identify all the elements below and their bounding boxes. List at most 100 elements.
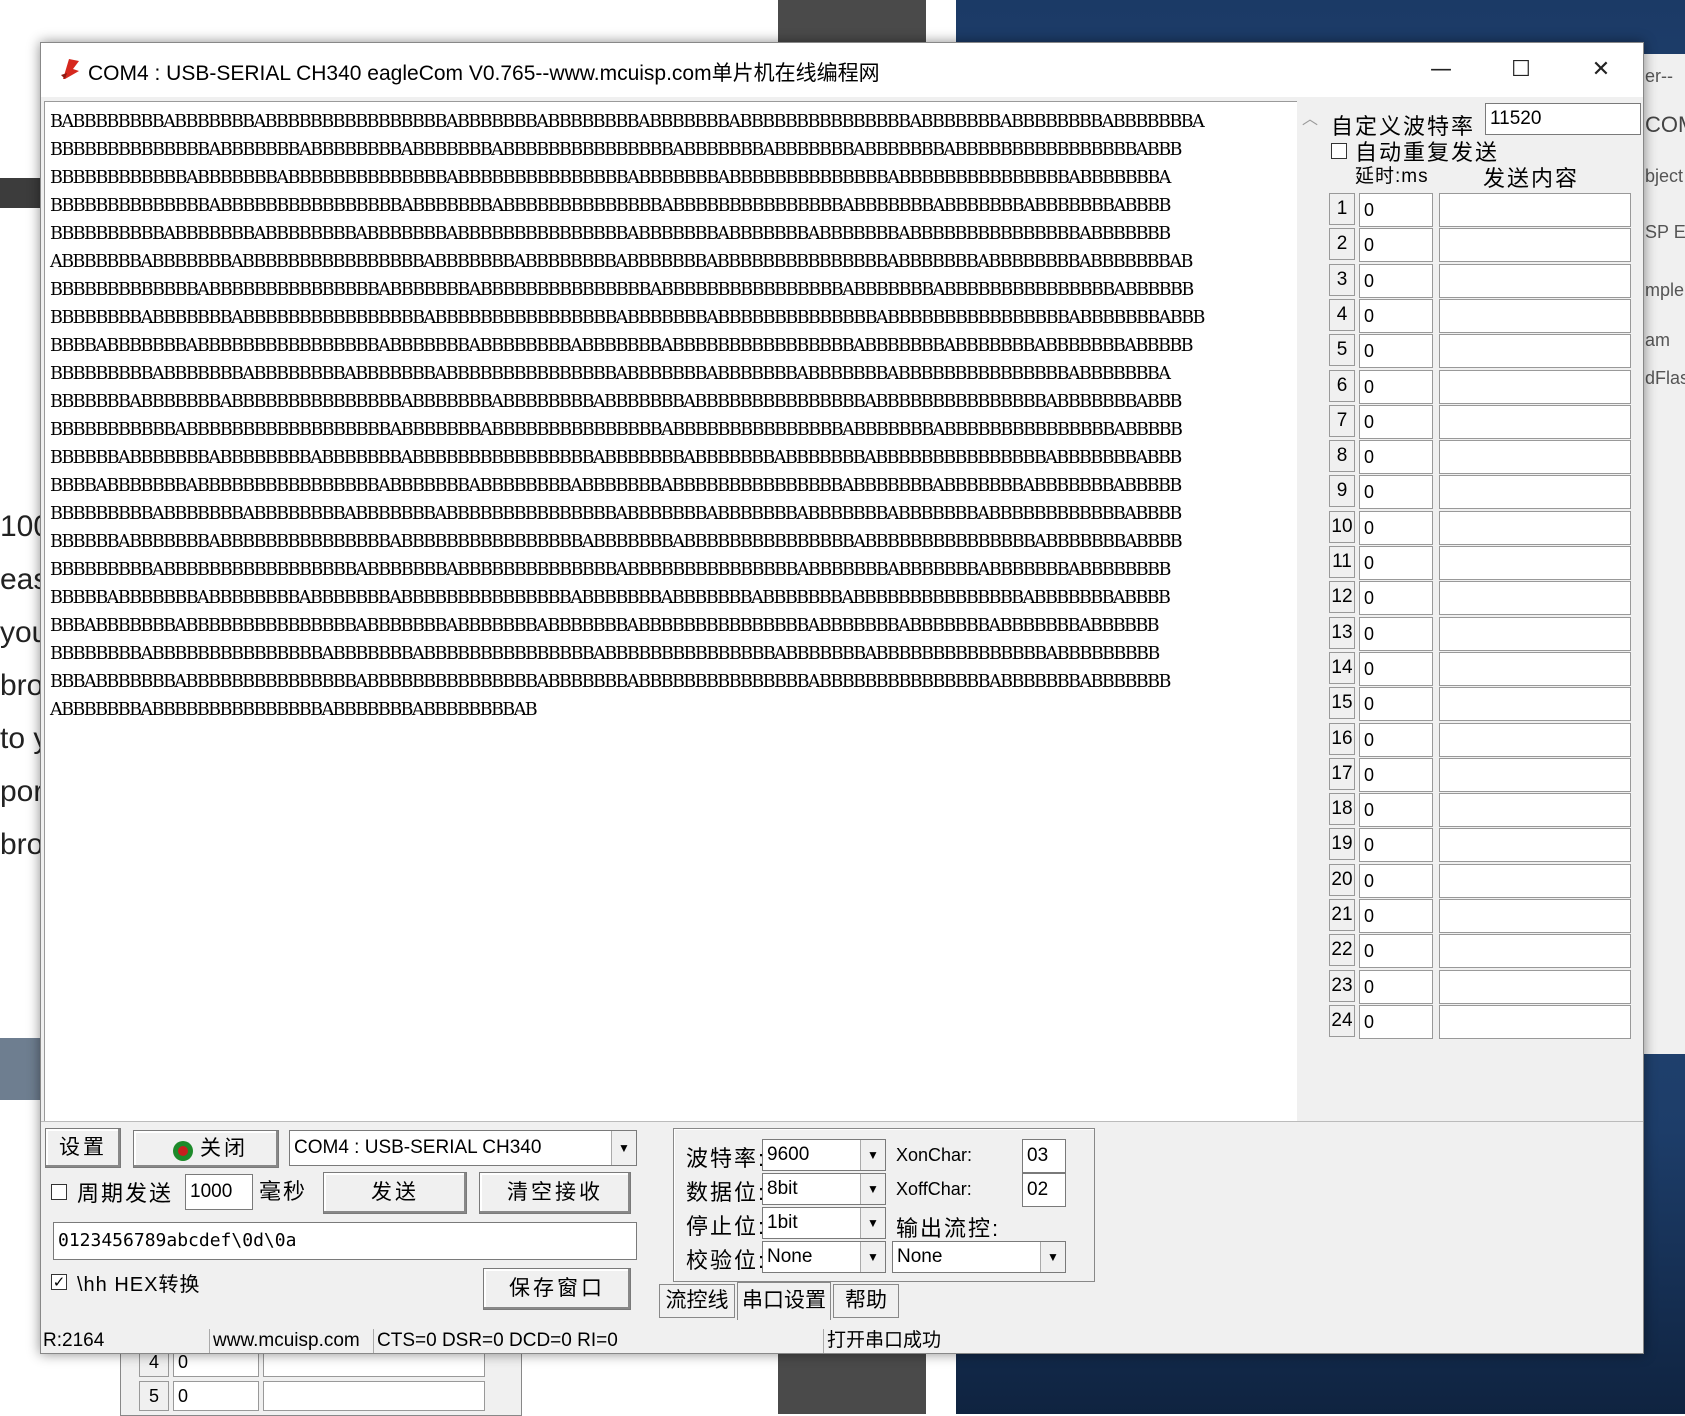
send-row-content[interactable] [1439, 263, 1631, 298]
send-row-button[interactable]: 6 [1329, 369, 1355, 402]
send-row-button[interactable]: 1 [1329, 193, 1355, 225]
baud-select[interactable]: 9600 ▼ [762, 1139, 886, 1171]
send-row-button[interactable]: 16 [1329, 722, 1355, 755]
send-row-content[interactable] [1439, 828, 1631, 863]
send-row-delay[interactable]: 0 [1359, 510, 1433, 545]
send-row-content[interactable] [1439, 899, 1631, 933]
send-row-content[interactable] [1439, 793, 1631, 828]
send-button[interactable]: 发送 [323, 1172, 467, 1214]
send-row-delay[interactable]: 0 [1359, 404, 1433, 439]
send-row-delay[interactable]: 0 [1359, 369, 1433, 404]
send-row-delay[interactable]: 0 [1359, 757, 1433, 792]
receive-area[interactable]: BABBBBBBBBABBBBBBBABBBBBBBBBBBBBBBBABBBB… [44, 101, 1298, 1159]
databits-select[interactable]: 8bit ▼ [762, 1173, 886, 1205]
send-row-delay[interactable]: 0 [1359, 934, 1433, 969]
send-row-delay[interactable]: 0 [1359, 440, 1433, 475]
send-row-delay[interactable]: 0 [1359, 546, 1433, 580]
tab-serial-settings[interactable]: 串口设置 [737, 1282, 831, 1320]
dropdown-arrow-icon[interactable]: ▼ [860, 1174, 885, 1204]
port-select[interactable]: COM4 : USB-SERIAL CH340 ▼ [289, 1130, 637, 1166]
dropdown-arrow-icon[interactable]: ▼ [860, 1140, 885, 1170]
send-row-content[interactable] [1439, 546, 1631, 580]
minimize-button[interactable]: — [1401, 43, 1481, 97]
send-row-button[interactable]: 23 [1329, 969, 1355, 1002]
send-row-content[interactable] [1439, 581, 1631, 616]
send-row-content[interactable] [1439, 616, 1631, 651]
send-row-content[interactable] [1439, 369, 1631, 404]
dropdown-arrow-icon[interactable]: ▼ [860, 1242, 885, 1272]
send-row-button[interactable]: 3 [1329, 263, 1355, 296]
send-row-content[interactable] [1439, 193, 1631, 227]
save-window-button[interactable]: 保存窗口 [483, 1268, 631, 1310]
send-row-button[interactable]: 20 [1329, 863, 1355, 896]
send-row-delay[interactable]: 0 [1359, 687, 1433, 722]
send-row-button[interactable]: 21 [1329, 899, 1355, 931]
send-row-button[interactable]: 8 [1329, 440, 1355, 473]
hex-checkbox[interactable]: ✓ [51, 1274, 67, 1290]
send-row-button[interactable]: 5 [1329, 334, 1355, 367]
send-row-delay[interactable]: 0 [1359, 969, 1433, 1004]
send-row-content[interactable] [1439, 863, 1631, 898]
xon-input[interactable]: 03 [1022, 1139, 1066, 1173]
periodic-send-checkbox[interactable] [51, 1184, 67, 1200]
tab-flow-control[interactable]: 流控线 [659, 1284, 735, 1318]
send-row-delay[interactable]: 0 [1359, 334, 1433, 369]
settings-button[interactable]: 设置 [45, 1128, 121, 1168]
title-bar[interactable]: COM4 : USB-SERIAL CH340 eagleCom V0.765-… [41, 43, 1643, 97]
send-row-content[interactable] [1439, 298, 1631, 333]
send-row-button[interactable]: 15 [1329, 687, 1355, 720]
send-row-button[interactable]: 10 [1329, 510, 1355, 543]
custom-baud-input[interactable]: 11520 [1485, 103, 1641, 135]
send-row-content[interactable] [1439, 440, 1631, 475]
send-row-delay[interactable]: 0 [1359, 475, 1433, 510]
send-row-content[interactable] [1439, 969, 1631, 1004]
xoff-input[interactable]: 02 [1022, 1173, 1066, 1207]
parity-select[interactable]: None ▼ [762, 1241, 886, 1273]
send-row-content[interactable] [1439, 1004, 1631, 1039]
send-row-delay[interactable]: 0 [1359, 298, 1433, 333]
clear-receive-button[interactable]: 清空接收 [479, 1172, 631, 1214]
close-button[interactable]: ✕ [1561, 43, 1641, 97]
send-row-content[interactable] [1439, 475, 1631, 510]
send-row-delay[interactable]: 0 [1359, 722, 1433, 757]
send-row-delay[interactable]: 0 [1359, 863, 1433, 898]
send-row-button[interactable]: 11 [1329, 546, 1355, 578]
send-row-content[interactable] [1439, 228, 1631, 263]
send-row-content[interactable] [1439, 404, 1631, 439]
send-row-button[interactable]: 19 [1329, 828, 1355, 861]
send-row-delay[interactable]: 0 [1359, 581, 1433, 616]
send-row-delay[interactable]: 0 [1359, 228, 1433, 263]
dropdown-arrow-icon[interactable]: ▼ [1040, 1242, 1065, 1272]
send-row-button[interactable]: 9 [1329, 475, 1355, 508]
send-row-content[interactable] [1439, 687, 1631, 722]
send-row-button[interactable]: 13 [1329, 616, 1355, 649]
send-row-button[interactable]: 18 [1329, 793, 1355, 826]
send-row-content[interactable] [1439, 651, 1631, 686]
send-row-button[interactable]: 2 [1329, 228, 1355, 261]
send-row-button[interactable]: 12 [1329, 581, 1355, 614]
send-row-content[interactable] [1439, 757, 1631, 792]
send-row-button[interactable]: 24 [1329, 1004, 1355, 1037]
send-row-content[interactable] [1439, 722, 1631, 757]
send-row-delay[interactable]: 0 [1359, 193, 1433, 227]
send-row-content[interactable] [1439, 510, 1631, 545]
send-row-delay[interactable]: 0 [1359, 899, 1433, 933]
dropdown-arrow-icon[interactable]: ▼ [860, 1208, 885, 1238]
send-row-delay[interactable]: 0 [1359, 616, 1433, 651]
send-row-content[interactable] [1439, 334, 1631, 369]
send-row-delay[interactable]: 0 [1359, 1004, 1433, 1039]
send-row-button[interactable]: 14 [1329, 651, 1355, 684]
period-input[interactable]: 1000 [185, 1174, 253, 1210]
receive-scrollbar[interactable]: ︿ ﹀ [1297, 101, 1323, 1157]
send-row-delay[interactable]: 0 [1359, 263, 1433, 298]
tab-help[interactable]: 帮助 [833, 1284, 899, 1318]
dropdown-arrow-icon[interactable]: ▼ [611, 1131, 636, 1165]
send-text-input[interactable]: 0123456789abcdef\0d\0a [53, 1222, 637, 1260]
close-port-button[interactable]: 关闭 [133, 1130, 279, 1168]
send-row-button[interactable]: 7 [1329, 404, 1355, 437]
flow-select[interactable]: None ▼ [892, 1241, 1066, 1273]
stopbits-select[interactable]: 1bit ▼ [762, 1207, 886, 1239]
send-row-delay[interactable]: 0 [1359, 793, 1433, 828]
send-row-delay[interactable]: 0 [1359, 828, 1433, 863]
scroll-up-icon[interactable]: ︿ [1297, 105, 1323, 129]
